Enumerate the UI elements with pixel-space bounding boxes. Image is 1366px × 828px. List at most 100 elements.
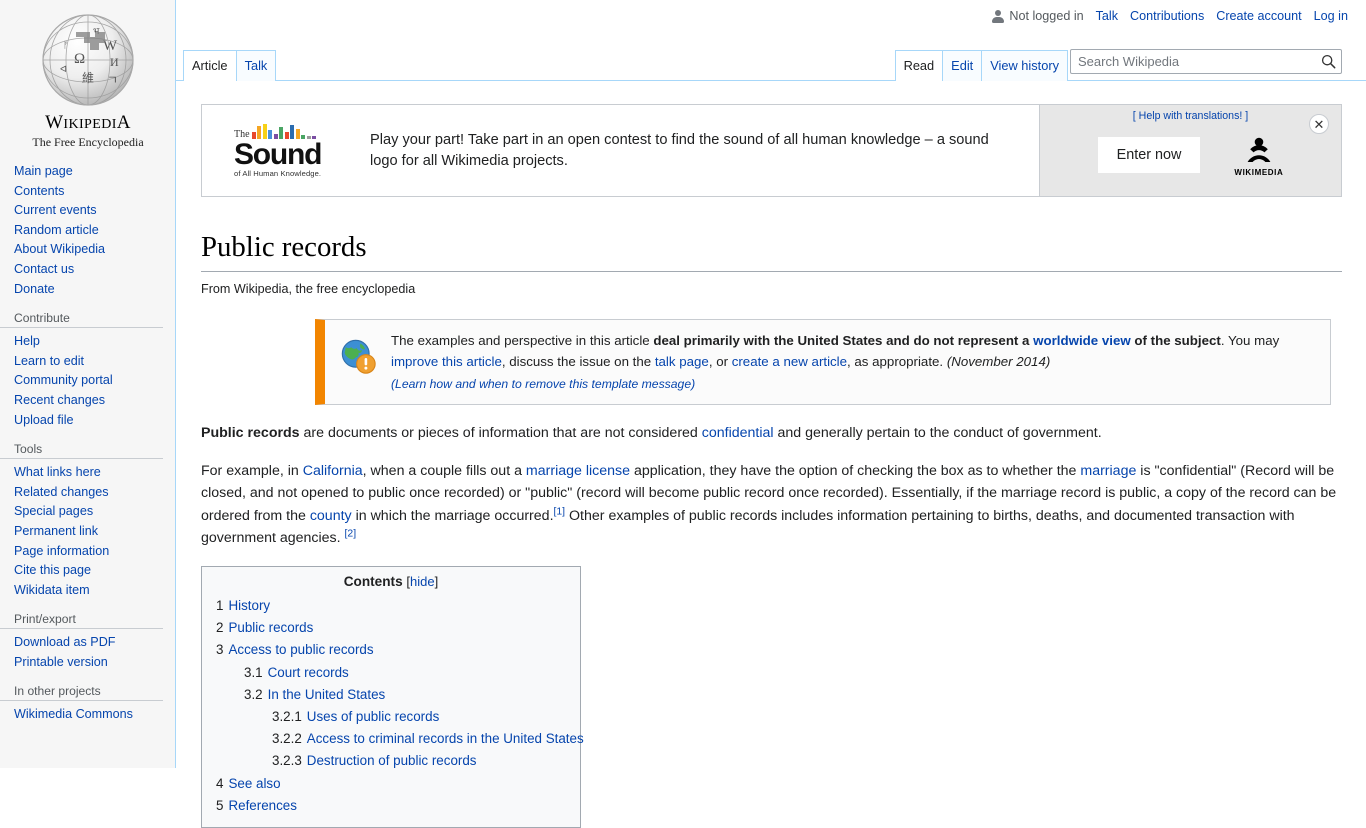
ambox-link-talk-page[interactable]: talk page [655,354,709,369]
tab-edit[interactable]: Edit [942,50,983,81]
toc-item: 3.2.2 Access to criminal records in the U… [216,728,584,750]
sidebar-item-recent-changes[interactable]: Recent changes [0,391,175,411]
toc-link-destruction-of-public-records[interactable]: Destruction of public records [307,753,477,768]
sidebar-item-page-information[interactable]: Page information [0,542,175,562]
toc-link-public-records[interactable]: Public records [228,620,313,635]
personal-link-login[interactable]: Log in [1314,9,1348,23]
wikipedia-logo-block[interactable]: W Ω И 維 ㄱ ᚠ भ ᐊ WIKIPEDIA The Free Encyc… [0,0,176,160]
tab-talk[interactable]: Talk [235,50,277,81]
sidebar-item-main-page[interactable]: Main page [0,162,175,182]
help-with-translations-label[interactable]: [ Help with translations! ] [1133,110,1248,122]
sidebar-item-what-links-here[interactable]: What links here [0,463,175,483]
wikipedia-tagline: The Free Encyclopedia [32,134,144,149]
wikimedia-label: WIKIMEDIA [1234,168,1284,177]
sidebar-item-printable-version[interactable]: Printable version [0,653,175,673]
sidebar-item-related-changes[interactable]: Related changes [0,483,175,503]
link-marriage-license[interactable]: marriage license [526,463,630,479]
sidebar-heading-print-export: Print/export [0,612,163,630]
tab-article[interactable]: Article [183,50,237,82]
sidebar-item-contents[interactable]: Contents [0,182,175,202]
article-body: Public records From Wikipedia, the free … [176,230,1366,828]
svg-text:維: 維 [82,71,94,85]
help-with-translations-link[interactable]: [ Help with translations! ] [1040,110,1341,122]
sidebar-item-special-pages[interactable]: Special pages [0,502,175,522]
search-container [1070,49,1342,74]
toc-link-access-to-public-records[interactable]: Access to public records [228,642,373,657]
sidebar-portal-tools: Tools What links here Related changes Sp… [0,442,175,600]
toc-title-label: Contents [343,573,403,589]
sidebar-item-current-events[interactable]: Current events [0,201,175,221]
svg-text:ᐊ: ᐊ [60,64,67,74]
toc-link-court-records[interactable]: Court records [268,665,349,680]
toc-number: 3.2.2 [272,731,302,747]
sidebar-item-permanent-link[interactable]: Permanent link [0,522,175,542]
sidebar-item-community-portal[interactable]: Community portal [0,371,175,391]
sound-of-all-human-knowledge-logo: The Sound of All Human Knowledge. [234,122,342,179]
svg-text:Ω: Ω [74,51,85,67]
ambox-seg5: , as appropriate. [847,354,947,370]
toc-item: 3.2.3 Destruction of public records [216,750,566,772]
personal-link-contributions[interactable]: Contributions [1130,9,1204,23]
page-title: Public records [201,230,1342,272]
toc-item: 3 Access to public records [216,639,566,661]
toc-number: 4 [216,775,224,791]
tab-view-history[interactable]: View history [981,50,1068,81]
banner-side-panel: [ Help with translations! ] Enter now WI… [1040,105,1341,196]
citation-ref-1[interactable]: [1] [554,506,566,517]
sidebar-item-random-article[interactable]: Random article [0,221,175,241]
sidebar-item-about-wikipedia[interactable]: About Wikipedia [0,240,175,260]
sidebar-item-donate[interactable]: Donate [0,280,175,300]
toc-hide-link[interactable]: hide [410,574,435,589]
personal-link-talk[interactable]: Talk [1096,9,1118,23]
ambox-link-worldwide-view[interactable]: worldwide view [1033,333,1131,348]
namespace-tabs: Article Talk [183,50,277,82]
sidebar-item-contact-us[interactable]: Contact us [0,260,175,280]
wikipedia-wordmark: WIKIPEDIA [45,112,131,133]
toc-link-history[interactable]: History [228,598,270,613]
link-california[interactable]: California [303,463,363,479]
link-confidential[interactable]: confidential [702,425,774,441]
personal-link-create-account[interactable]: Create account [1216,9,1301,23]
ambox-link-improve-article[interactable]: improve this article [391,354,502,369]
search-button[interactable] [1315,50,1341,73]
banner-close-button[interactable]: ✕ [1309,114,1329,134]
toc-link-uses-of-public-records[interactable]: Uses of public records [307,709,439,724]
toc-bracket-close: ] [434,573,439,589]
link-marriage[interactable]: marriage [1080,463,1136,479]
sidebar-item-help[interactable]: Help [0,332,175,352]
link-county[interactable]: county [310,508,352,524]
banner-message: Play your part! Take part in an open con… [370,131,989,169]
ambox-seg4: , or [708,354,732,370]
toc-item: 3.2.1 Uses of public records [216,706,566,728]
ex-seg3: application, they have the option of che… [630,462,1081,479]
sidebar-item-wikidata-item[interactable]: Wikidata item [0,581,175,601]
toc-item: 2 Public records [216,617,566,639]
user-icon [992,9,1005,23]
sidebar-item-cite-this-page[interactable]: Cite this page [0,561,175,581]
citation-ref-2[interactable]: [2] [345,529,357,540]
sidebar-item-download-as-pdf[interactable]: Download as PDF [0,633,175,653]
search-input[interactable] [1070,49,1342,74]
sidebar-portal-print-export: Print/export Download as PDF Printable v… [0,612,175,672]
toc-toggle[interactable]: [hide] [406,574,438,589]
lead-seg2: and generally pertain to the conduct of … [773,425,1102,442]
sidebar-item-learn-to-edit[interactable]: Learn to edit [0,352,175,372]
sidebar-portal-contribute: Contribute Help Learn to edit Community … [0,311,175,430]
ambox-link-create-new-article[interactable]: create a new article [732,354,847,369]
article-message-box: The examples and perspective in this art… [315,318,1331,406]
ambox-bold2: of the subject [1130,332,1221,348]
enter-now-button[interactable]: Enter now [1097,136,1201,173]
toc-link-access-to-criminal-records[interactable]: Access to criminal records in the United… [307,731,584,746]
sidebar-item-upload-file[interactable]: Upload file [0,411,175,431]
sidebar-item-wikimedia-commons[interactable]: Wikimedia Commons [0,705,175,725]
not-logged-in-indicator: Not logged in [992,9,1084,23]
toc-link-references[interactable]: References [228,798,296,813]
toc-link-in-the-united-states[interactable]: In the United States [268,687,386,702]
ambox-learn-more-link[interactable]: (Learn how and when to remove this templ… [391,377,695,391]
toc-link-see-also[interactable]: See also [228,776,280,791]
sound-logo-wordmark: Sound [234,138,323,171]
sidebar-portal-other-projects: In other projects Wikimedia Commons [0,684,175,725]
sidebar-tools-list: What links here Related changes Special … [0,463,175,600]
tab-read[interactable]: Read [894,50,944,82]
ex-seg5: in which the marriage occurred. [351,507,554,524]
